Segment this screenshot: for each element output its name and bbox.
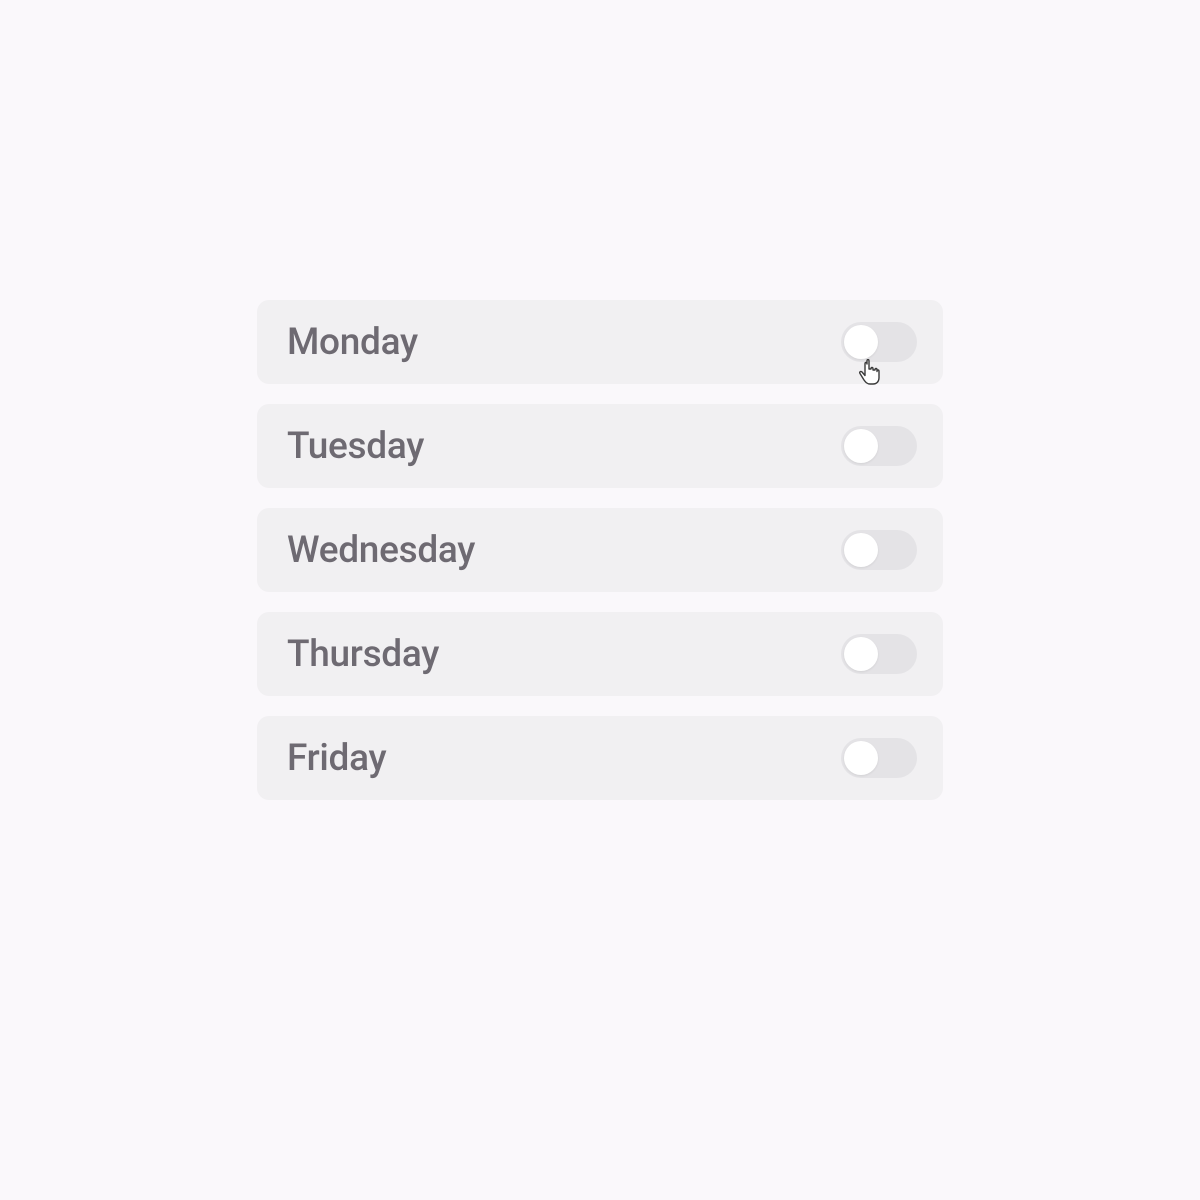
toggle-tuesday[interactable]: [841, 426, 917, 466]
day-label: Friday: [287, 737, 386, 780]
toggle-knob: [844, 429, 878, 463]
day-label: Thursday: [287, 633, 439, 676]
toggle-thursday[interactable]: [841, 634, 917, 674]
day-row-thursday: Thursday: [257, 612, 943, 696]
day-row-wednesday: Wednesday: [257, 508, 943, 592]
toggle-knob: [844, 637, 878, 671]
day-row-monday: Monday: [257, 300, 943, 384]
toggle-knob: [844, 533, 878, 567]
day-row-tuesday: Tuesday: [257, 404, 943, 488]
toggle-wednesday[interactable]: [841, 530, 917, 570]
toggle-monday[interactable]: [841, 322, 917, 362]
day-label: Wednesday: [287, 529, 475, 572]
day-row-friday: Friday: [257, 716, 943, 800]
day-label: Tuesday: [287, 425, 424, 468]
toggle-knob: [844, 325, 878, 359]
day-label: Monday: [287, 321, 418, 364]
toggle-friday[interactable]: [841, 738, 917, 778]
toggle-knob: [844, 741, 878, 775]
day-toggle-list: Monday Tuesday Wednesday Thursday Friday: [257, 300, 943, 800]
